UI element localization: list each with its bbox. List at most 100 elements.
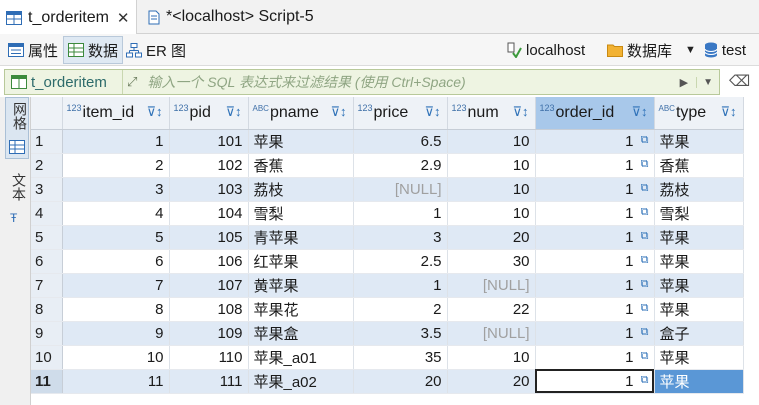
table-row[interactable]: 3 3 103 荔枝 [NULL] 10 1 ⧉ 荔枝 [31,177,744,202]
cell-type[interactable]: 苹果 [654,249,744,274]
table-cell[interactable]: 苹果 [248,129,354,154]
table-cell[interactable]: 101 [169,129,249,154]
table-cell[interactable]: 10 [447,345,536,370]
open-link-icon[interactable]: ⧉ [641,206,649,219]
database-selector[interactable]: 数据库 [603,36,676,64]
table-row[interactable]: 5 5 105 青苹果 3 20 1 ⧉ 苹果 [31,225,744,250]
table-cell[interactable]: 雪梨 [248,201,354,226]
table-cell[interactable]: 苹果盒 [248,321,354,346]
table-cell[interactable]: [NULL] [447,273,536,298]
table-cell[interactable]: 3 [62,177,170,202]
table-cell[interactable]: 2.5 [353,249,448,274]
table-cell[interactable]: 10 [447,201,536,226]
table-cell[interactable]: 黄苹果 [248,273,354,298]
clear-filter-icon[interactable]: ⌫ [729,72,750,90]
table-cell[interactable]: 3.5 [353,321,448,346]
table-cell[interactable]: 111 [169,369,249,394]
table-cell[interactable]: 10 [447,153,536,178]
table-cell[interactable]: 2.9 [353,153,448,178]
table-cell[interactable]: 105 [169,225,249,250]
row-number[interactable]: 5 [31,225,63,250]
cell-type[interactable]: 苹果 [654,345,744,370]
table-row[interactable]: 4 4 104 雪梨 1 10 1 ⧉ 雪梨 [31,201,744,226]
table-cell[interactable]: 30 [447,249,536,274]
filter-sort-icon[interactable]: ⊽↕ [225,104,241,120]
filter-sort-icon[interactable]: ⊽↕ [631,104,647,120]
table-cell[interactable]: 9 [62,321,170,346]
row-number[interactable]: 7 [31,273,63,298]
table-cell[interactable]: 1 [353,201,448,226]
table-cell[interactable]: 11 [62,369,170,394]
close-icon[interactable]: ✕ [117,9,130,27]
table-cell[interactable]: [NULL] [447,321,536,346]
open-link-icon[interactable]: ⧉ [641,182,649,195]
grid-view-button[interactable]: 网格 [5,97,29,159]
apply-filter-icon[interactable]: ▶ [672,76,696,89]
table-cell[interactable]: 6 [62,249,170,274]
column-header-item-id[interactable]: 123item_id ⊽↕ [62,97,170,130]
table-cell[interactable]: 青苹果 [248,225,354,250]
properties-tab-button[interactable]: 属性 [4,36,62,64]
cell-order-id[interactable]: 1 ⧉ [535,345,655,370]
open-link-icon[interactable]: ⧉ [641,374,649,387]
row-number-header[interactable] [31,97,63,130]
cell-type[interactable]: 香蕉 [654,153,744,178]
table-row[interactable]: 7 7 107 黄苹果 1 [NULL] 1 ⧉ 苹果 [31,273,744,298]
row-number[interactable]: 6 [31,249,63,274]
table-cell[interactable]: 102 [169,153,249,178]
cell-type[interactable]: 盒子 [654,321,744,346]
table-row[interactable]: 2 2 102 香蕉 2.9 10 1 ⧉ 香蕉 [31,153,744,178]
tab-script-5[interactable]: *<localhost> Script-5 [142,0,320,34]
open-link-icon[interactable]: ⧉ [641,278,649,291]
cell-type[interactable]: 苹果 [654,129,744,154]
table-cell[interactable]: 22 [447,297,536,322]
filter-sort-icon[interactable]: ⊽↕ [146,104,162,120]
table-cell[interactable]: 107 [169,273,249,298]
open-link-icon[interactable]: ⧉ [641,302,649,315]
table-cell[interactable]: 荔枝 [248,177,354,202]
cell-order-id[interactable]: 1 ⧉ [535,369,655,394]
table-cell[interactable]: 20 [353,369,448,394]
row-number[interactable]: 11 [31,369,63,394]
table-row[interactable]: 6 6 106 红苹果 2.5 30 1 ⧉ 苹果 [31,249,744,274]
table-cell[interactable]: 5 [62,225,170,250]
table-cell[interactable]: 10 [447,177,536,202]
table-cell[interactable]: 苹果花 [248,297,354,322]
row-number[interactable]: 2 [31,153,63,178]
row-number[interactable]: 1 [31,129,63,154]
cell-type[interactable]: 苹果 [654,225,744,250]
table-cell[interactable]: 6.5 [353,129,448,154]
table-row[interactable]: 8 8 108 苹果花 2 22 1 ⧉ 苹果 [31,297,744,322]
cell-order-id[interactable]: 1 ⧉ [535,297,655,322]
filter-history-dropdown[interactable]: ▼ [696,76,719,88]
row-number[interactable]: 8 [31,297,63,322]
table-cell[interactable]: 香蕉 [248,153,354,178]
cell-order-id[interactable]: 1 ⧉ [535,273,655,298]
table-cell[interactable]: 2 [353,297,448,322]
cell-order-id[interactable]: 1 ⧉ [535,249,655,274]
table-cell[interactable]: 103 [169,177,249,202]
column-header-order-id[interactable]: 123order_id ⊽↕ [535,97,655,130]
filter-sort-icon[interactable]: ⊽↕ [512,104,528,120]
connection-selector[interactable]: localhost [502,36,589,64]
table-cell[interactable]: 20 [447,369,536,394]
table-row[interactable]: 10 10 110 苹果_a01 35 10 1 ⧉ 苹果 [31,345,744,370]
table-cell[interactable]: 35 [353,345,448,370]
table-cell[interactable]: 苹果_a01 [248,345,354,370]
expand-icon[interactable]: ⤢ [123,74,141,90]
cell-order-id[interactable]: 1 ⧉ [535,201,655,226]
table-cell[interactable]: 20 [447,225,536,250]
table-cell[interactable]: 3 [353,225,448,250]
row-number[interactable]: 4 [31,201,63,226]
cell-order-id[interactable]: 1 ⧉ [535,153,655,178]
filter-table-label[interactable]: t_orderitem [5,70,123,94]
cell-type[interactable]: 苹果 [654,273,744,298]
table-row[interactable]: 11 11 111 苹果_a02 20 20 1 ⧉ 苹果 [31,369,744,394]
column-header-type[interactable]: ABCtype ⊽↕ [654,97,744,130]
table-cell[interactable]: 4 [62,201,170,226]
table-cell[interactable]: 1 [353,273,448,298]
table-row[interactable]: 9 9 109 苹果盒 3.5 [NULL] 1 ⧉ 盒子 [31,321,744,346]
table-cell[interactable]: 108 [169,297,249,322]
table-cell[interactable]: 106 [169,249,249,274]
table-cell[interactable]: 7 [62,273,170,298]
